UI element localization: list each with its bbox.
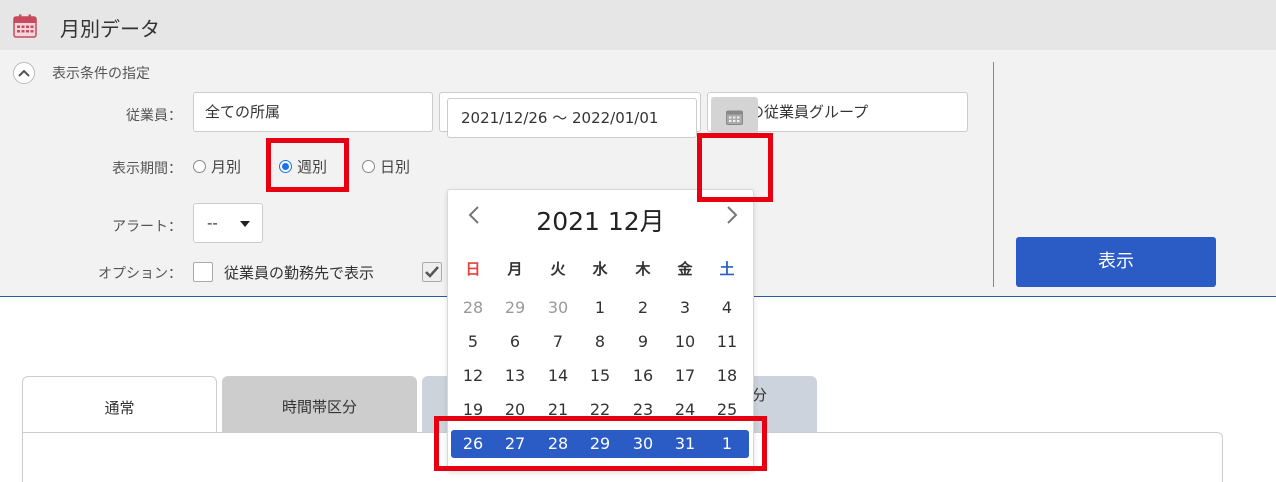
check-icon	[425, 266, 439, 278]
calendar-day[interactable]: 6	[494, 332, 536, 351]
period-radio-daily[interactable]: 日別	[362, 156, 410, 177]
chevron-right-icon[interactable]	[723, 204, 741, 226]
weekday-header: 木	[635, 260, 651, 278]
period-label: 表示期間：	[112, 161, 182, 177]
weekday-header: 金	[677, 260, 693, 278]
employee-label: 従業員：	[126, 108, 182, 124]
calendar-day[interactable]: 8	[579, 332, 621, 351]
calendar-day[interactable]: 30	[537, 298, 579, 317]
workplace-checkbox-label: 従業員の勤務先で表示	[224, 264, 375, 282]
radio-label: 月別	[211, 158, 242, 176]
calendar-day[interactable]: 11	[706, 332, 748, 351]
highlight-selected-week	[434, 416, 767, 471]
calendar-day[interactable]: 7	[537, 332, 579, 351]
alert-value: --	[207, 214, 218, 232]
calendar-day[interactable]: 17	[664, 366, 706, 385]
option-checkbox-2[interactable]	[422, 262, 442, 282]
calendar-icon	[726, 110, 743, 125]
calendar-day[interactable]: 18	[706, 366, 748, 385]
weekday-header: 土	[719, 260, 735, 278]
calendar-day[interactable]: 4	[706, 298, 748, 317]
calendar-day[interactable]: 3	[664, 298, 706, 317]
calendar-day[interactable]: 5	[452, 332, 494, 351]
page-title: 月別データ	[60, 17, 160, 41]
chevron-up-icon	[18, 69, 30, 77]
radio-label: 日別	[380, 158, 411, 176]
calendar-day[interactable]: 14	[537, 366, 579, 385]
calendar-day[interactable]: 10	[664, 332, 706, 351]
alert-select[interactable]: --	[193, 203, 263, 243]
calendar-icon	[13, 14, 37, 38]
calendar-day[interactable]: 9	[622, 332, 664, 351]
calendar-button[interactable]	[711, 97, 758, 137]
calendar-day[interactable]: 13	[494, 366, 536, 385]
calendar-day[interactable]: 2	[622, 298, 664, 317]
alert-label: アラート：	[112, 219, 182, 235]
filter-section-title: 表示条件の指定	[52, 66, 150, 82]
collapse-toggle-button[interactable]	[13, 62, 35, 84]
affiliation-select[interactable]: 全ての所属	[193, 92, 433, 132]
tab-time-slot[interactable]: 時間帯区分	[222, 376, 417, 434]
date-range-input[interactable]: 2021/12/26 ～ 2022/01/01	[447, 98, 697, 138]
caret-down-icon	[240, 221, 250, 227]
weekday-header: 月	[507, 260, 523, 278]
divider	[993, 62, 994, 287]
workplace-checkbox[interactable]	[193, 262, 213, 282]
calendar-month-title: 2021 12月	[536, 207, 665, 236]
calendar-day[interactable]: 29	[494, 298, 536, 317]
title-bar: 月別データ	[0, 0, 1276, 50]
radio-circle[interactable]	[362, 160, 375, 173]
calendar-day[interactable]: 16	[622, 366, 664, 385]
highlight-weekly-radio	[266, 138, 349, 192]
weekday-header: 火	[550, 260, 566, 278]
radio-circle[interactable]	[193, 160, 206, 173]
tab-normal[interactable]: 通常	[22, 376, 217, 434]
show-button[interactable]: 表示	[1016, 237, 1216, 287]
calendar-day[interactable]: 12	[452, 366, 494, 385]
option-label: オプション：	[98, 266, 182, 282]
highlight-calendar-button	[697, 133, 773, 202]
calendar-day[interactable]: 15	[579, 366, 621, 385]
period-radio-monthly[interactable]: 月別	[193, 156, 241, 177]
calendar-day[interactable]: 28	[452, 298, 494, 317]
weekday-header: 水	[592, 260, 608, 278]
weekday-header: 日	[465, 260, 481, 278]
calendar-day[interactable]: 1	[579, 298, 621, 317]
